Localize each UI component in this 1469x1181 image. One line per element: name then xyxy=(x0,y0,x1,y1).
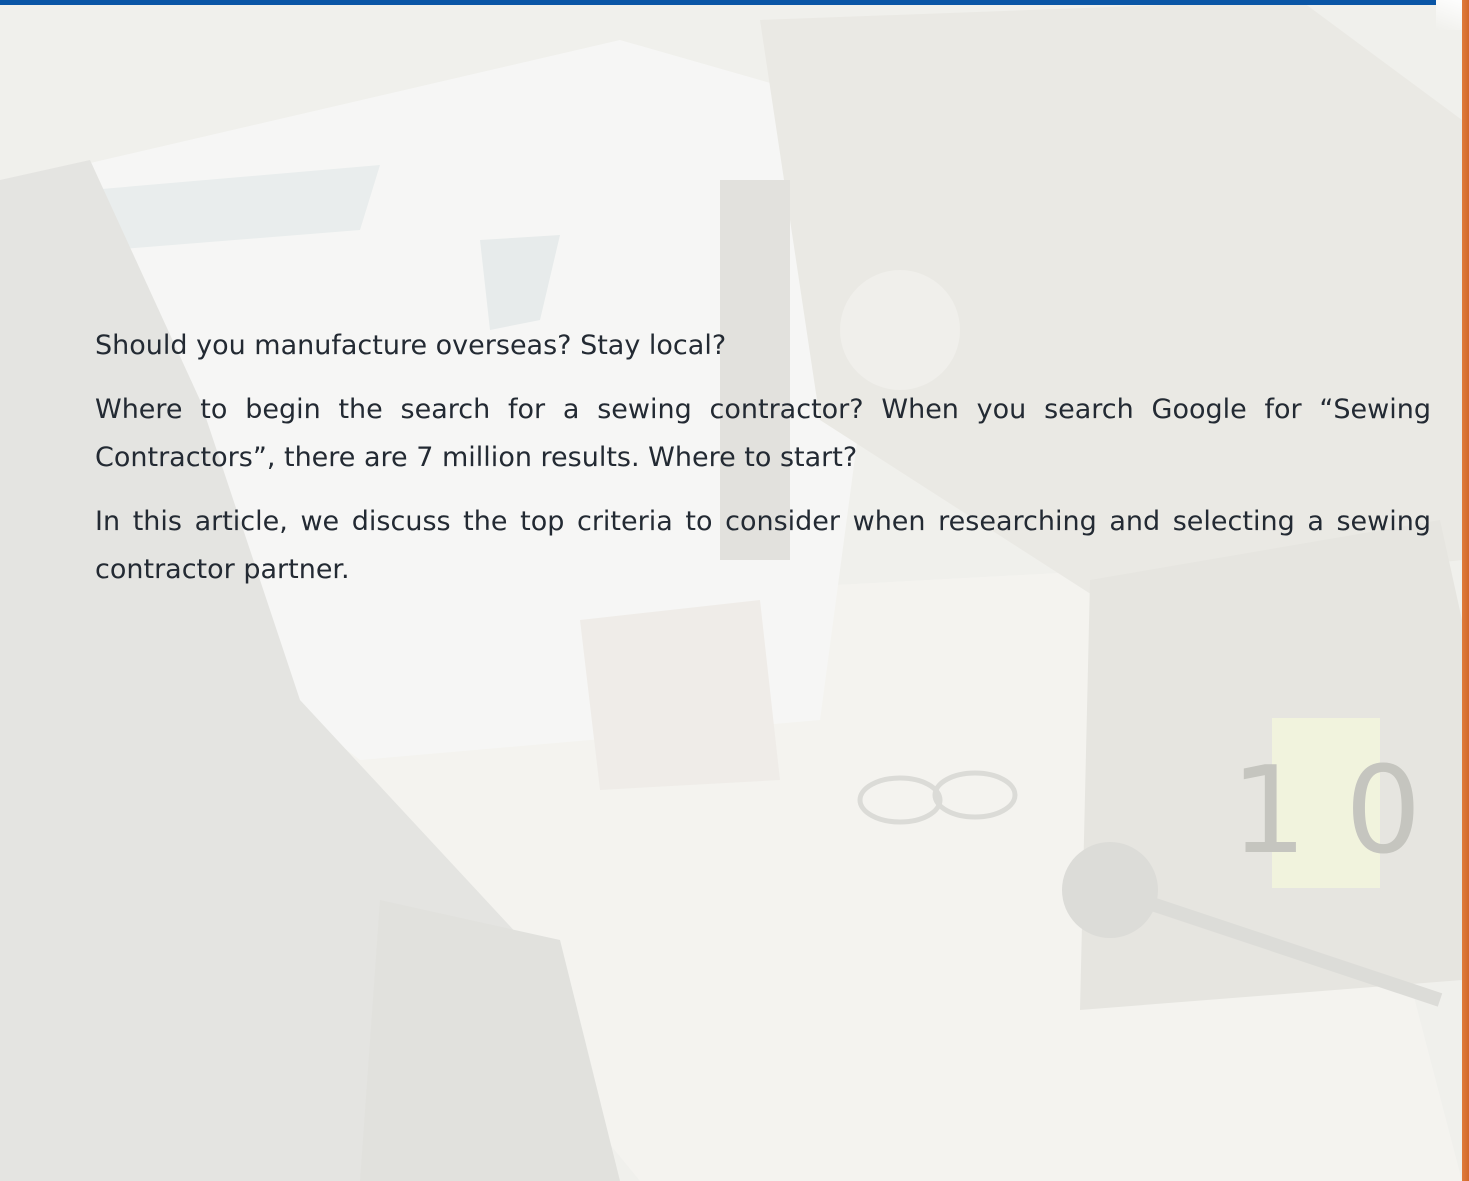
page: 1 0 Should you manufacture overseas? Sta… xyxy=(0,0,1469,1181)
intro-paragraph-2: Where to begin the search for a sewing c… xyxy=(95,394,1431,473)
top-accent-bar-cap xyxy=(1428,0,1436,5)
top-accent-bar xyxy=(0,0,1436,5)
right-accent-edge xyxy=(1462,0,1469,1181)
intro-paragraph-1: Should you manufacture overseas? Stay lo… xyxy=(95,330,727,361)
article-intro: Should you manufacture overseas? Stay lo… xyxy=(95,322,1431,610)
intro-paragraph-3: In this article, we discuss the top crit… xyxy=(95,506,1431,585)
